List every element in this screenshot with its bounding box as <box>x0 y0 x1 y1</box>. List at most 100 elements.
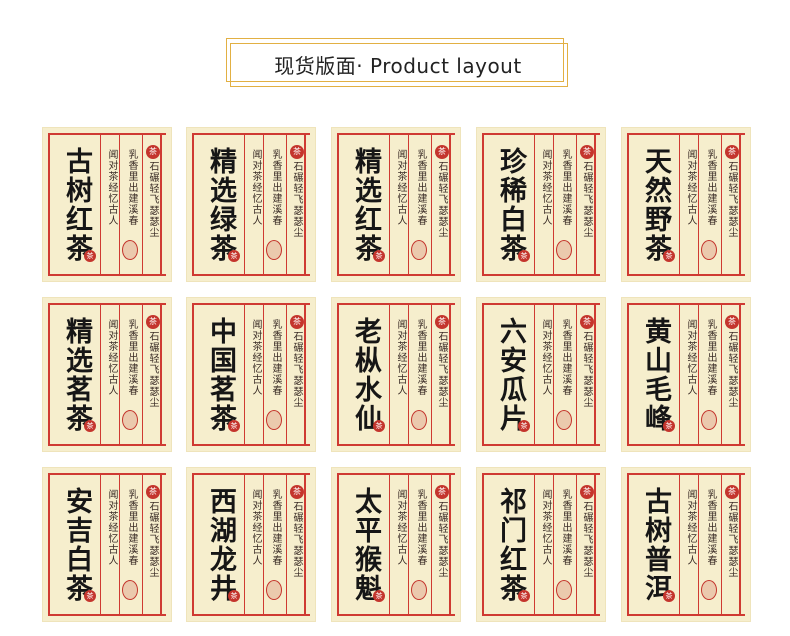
stamp-icon <box>701 240 717 260</box>
poem-line-2: 乳香里出建溪春 <box>415 149 426 226</box>
poem-line-1: 闻对茶经忆古人 <box>250 319 261 396</box>
frame-line <box>482 473 484 616</box>
poem-line-3: 石碾轻飞瑟瑟尘 <box>436 501 447 578</box>
poem-line-2: 乳香里出建溪春 <box>415 489 426 566</box>
seal-icon: 茶 <box>518 250 530 262</box>
poem-line-1: 闻对茶经忆古人 <box>540 149 551 226</box>
tea-name: 太平猴魁 <box>350 487 381 603</box>
poem-line-1: 闻对茶经忆古人 <box>540 489 551 566</box>
frame-line <box>534 133 535 276</box>
frame-line <box>576 133 577 276</box>
poem-line-1: 闻对茶经忆古人 <box>106 319 117 396</box>
stamp-icon <box>411 580 427 600</box>
frame-line <box>304 303 306 446</box>
poem-line-1: 闻对茶经忆古人 <box>250 149 261 226</box>
frame-line <box>337 303 455 305</box>
poem-line-2: 乳香里出建溪春 <box>126 149 137 226</box>
seal-icon: 茶 <box>373 420 385 432</box>
tea-name: 祁门红茶 <box>495 487 526 603</box>
frame-line <box>679 473 680 616</box>
poem-line-1: 闻对茶经忆古人 <box>395 489 406 566</box>
stamp-icon <box>266 410 282 430</box>
seal-icon: 茶 <box>84 420 96 432</box>
stamp-icon <box>266 240 282 260</box>
frame-line <box>482 303 600 305</box>
stamp-icon <box>122 580 138 600</box>
frame-line <box>389 473 390 616</box>
seal-icon: 茶 <box>228 590 240 602</box>
frame-line <box>192 444 310 446</box>
seal-icon: 茶 <box>146 145 160 159</box>
frame-line <box>263 473 264 616</box>
frame-line <box>482 274 600 276</box>
poem-line-2: 乳香里出建溪春 <box>270 489 281 566</box>
tea-name: 古树普洱 <box>640 487 671 603</box>
tea-label-card: 天然野茶茶闻对茶经忆古人 乳香里出建溪春茶石碾轻飞瑟瑟尘 <box>621 127 751 282</box>
frame-line <box>142 473 143 616</box>
frame-line <box>100 303 101 446</box>
frame-line <box>739 303 741 446</box>
tea-name: 古树红茶 <box>61 147 92 263</box>
poem-line-3: 石碾轻飞瑟瑟尘 <box>147 331 158 408</box>
tea-name: 西湖龙井 <box>205 487 236 603</box>
frame-line <box>304 133 306 276</box>
frame-line <box>449 473 451 616</box>
frame-line <box>337 133 455 135</box>
poem-line-3: 石碾轻飞瑟瑟尘 <box>726 331 737 408</box>
frame-line <box>482 133 600 135</box>
frame-line <box>553 303 554 446</box>
frame-line <box>431 133 432 276</box>
poem-line-3: 石碾轻飞瑟瑟尘 <box>581 331 592 408</box>
poem-line-1: 闻对茶经忆古人 <box>106 489 117 566</box>
frame-line <box>304 473 306 616</box>
frame-line <box>449 133 451 276</box>
frame-line <box>192 133 310 135</box>
seal-icon: 茶 <box>518 590 530 602</box>
tea-name: 黄山毛峰 <box>640 317 671 433</box>
poem-line-3: 石碾轻飞瑟瑟尘 <box>291 331 302 408</box>
frame-line <box>142 133 143 276</box>
seal-icon: 茶 <box>518 420 530 432</box>
tea-label-card: 精选红茶茶闻对茶经忆古人 乳香里出建溪春茶石碾轻飞瑟瑟尘 <box>331 127 461 282</box>
seal-icon: 茶 <box>228 250 240 262</box>
frame-line <box>119 133 120 276</box>
poem-line-3: 石碾轻飞瑟瑟尘 <box>147 161 158 238</box>
seal-icon: 茶 <box>580 145 594 159</box>
tea-label-card: 珍稀白茶茶闻对茶经忆古人 乳香里出建溪春茶石碾轻飞瑟瑟尘 <box>476 127 606 282</box>
stamp-icon <box>122 240 138 260</box>
seal-icon: 茶 <box>580 315 594 329</box>
tea-name: 珍稀白茶 <box>495 147 526 263</box>
frame-line <box>48 133 50 276</box>
seal-icon: 茶 <box>146 485 160 499</box>
frame-line <box>337 473 455 475</box>
frame-line <box>482 303 484 446</box>
frame-line <box>679 303 680 446</box>
seal-icon: 茶 <box>725 485 739 499</box>
seal-icon: 茶 <box>725 315 739 329</box>
poem-line-2: 乳香里出建溪春 <box>560 319 571 396</box>
tea-label-card: 西湖龙井茶闻对茶经忆古人 乳香里出建溪春茶石碾轻飞瑟瑟尘 <box>186 467 316 622</box>
tea-label-card: 安吉白茶茶闻对茶经忆古人 乳香里出建溪春茶石碾轻飞瑟瑟尘 <box>42 467 172 622</box>
poem-line-2: 乳香里出建溪春 <box>126 319 137 396</box>
seal-icon: 茶 <box>84 250 96 262</box>
tea-label-card: 太平猴魁茶闻对茶经忆古人 乳香里出建溪春茶石碾轻飞瑟瑟尘 <box>331 467 461 622</box>
frame-line <box>244 473 245 616</box>
poem-line-3: 石碾轻飞瑟瑟尘 <box>581 501 592 578</box>
frame-line <box>48 473 50 616</box>
poem-line-3: 石碾轻飞瑟瑟尘 <box>581 161 592 238</box>
frame-line <box>627 473 629 616</box>
frame-line <box>48 614 166 616</box>
tea-label-card: 黄山毛峰茶闻对茶经忆古人 乳香里出建溪春茶石碾轻飞瑟瑟尘 <box>621 297 751 452</box>
frame-line <box>431 473 432 616</box>
tea-name: 六安瓜片 <box>495 317 526 433</box>
frame-line <box>627 133 745 135</box>
frame-line <box>48 303 166 305</box>
seal-icon: 茶 <box>290 485 304 499</box>
stamp-icon <box>556 410 572 430</box>
stamp-icon <box>701 580 717 600</box>
stamp-icon <box>556 580 572 600</box>
poem-line-2: 乳香里出建溪春 <box>705 149 716 226</box>
frame-line <box>337 133 339 276</box>
tea-name: 精选红茶 <box>350 147 381 263</box>
poem-line-3: 石碾轻飞瑟瑟尘 <box>291 501 302 578</box>
